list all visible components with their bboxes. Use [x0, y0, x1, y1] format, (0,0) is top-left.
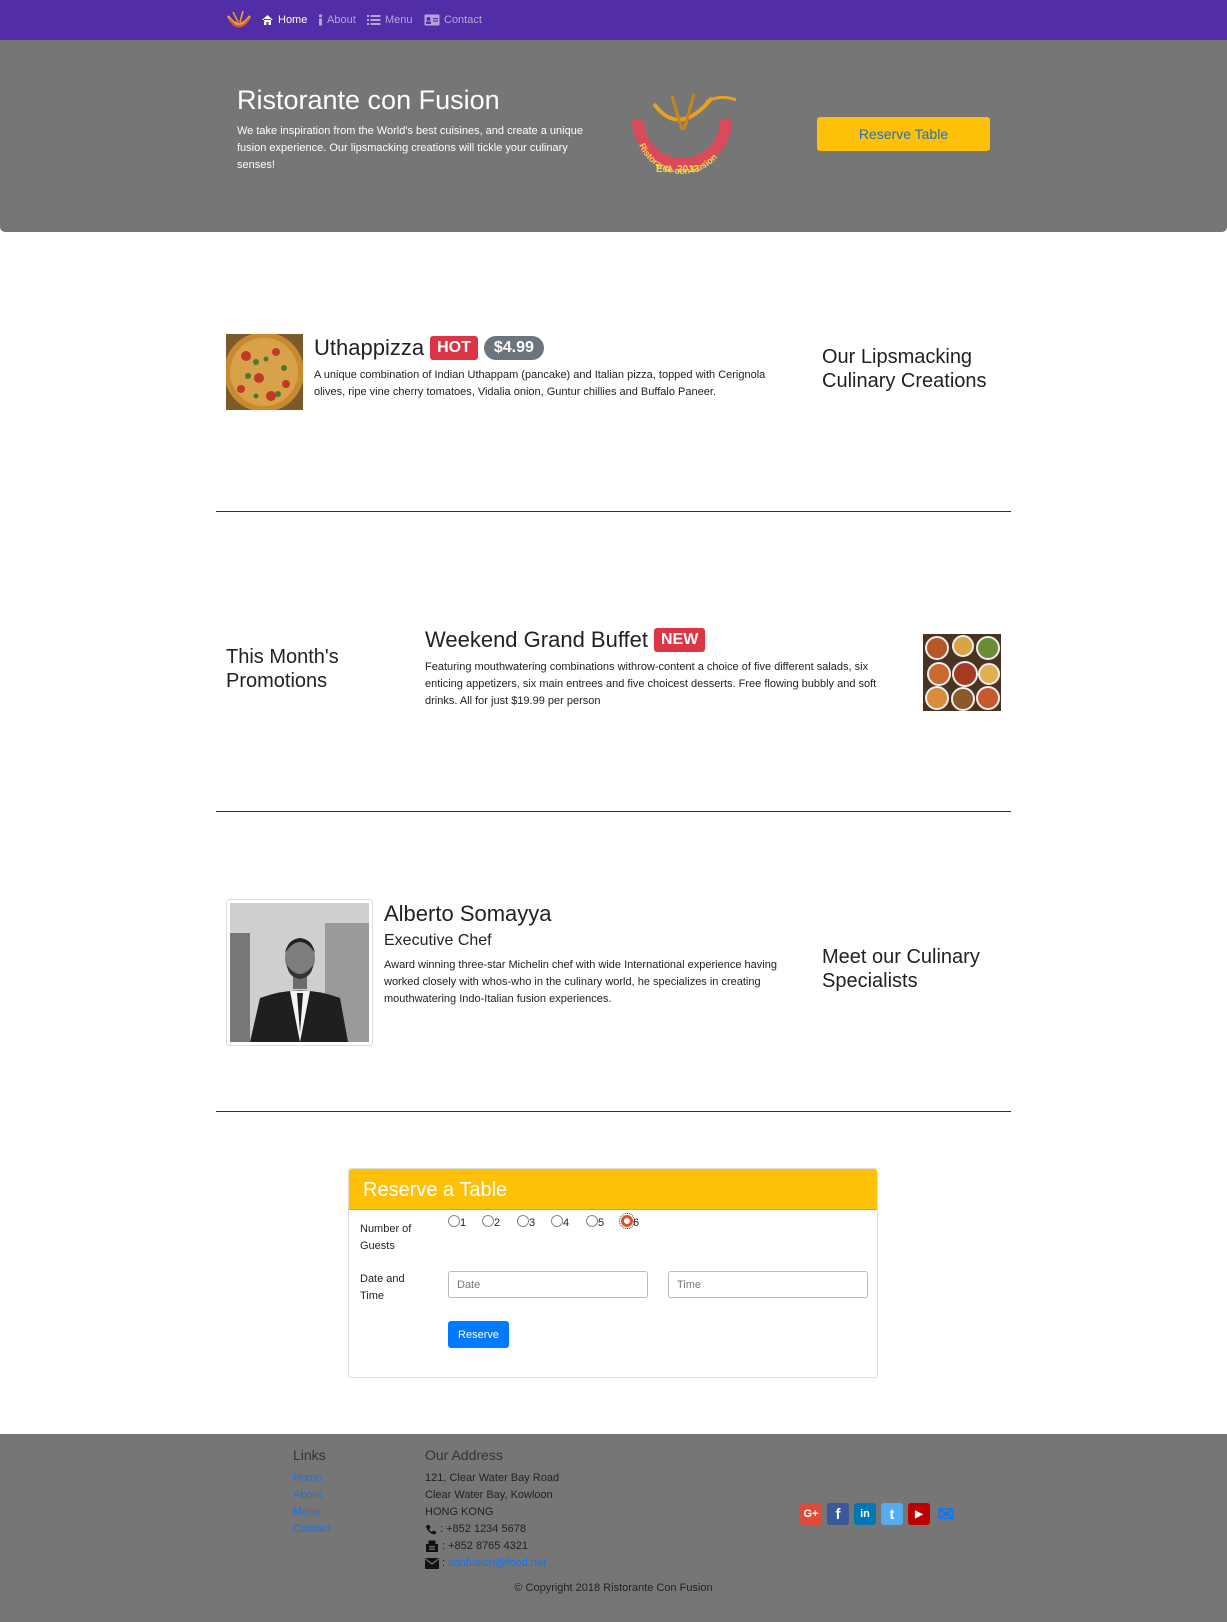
footer-links-heading: Links — [293, 1447, 326, 1463]
reserve-card-title: Reserve a Table — [363, 1179, 508, 1201]
chef-photo — [230, 903, 369, 1042]
fax-icon — [426, 1540, 438, 1552]
section-divider — [216, 811, 1011, 812]
date-input[interactable]: Date — [448, 1271, 648, 1298]
chef-name: Alberto Somayya — [384, 901, 552, 926]
footer-link-contact[interactable]: Contact — [293, 1521, 331, 1538]
fax-line: : +852 8765 4321 — [425, 1538, 559, 1555]
nav-home[interactable]: Home — [261, 13, 307, 27]
mail-icon[interactable]: ✉ — [935, 1503, 957, 1526]
address-line: Clear Water Bay, Kowloon — [425, 1489, 553, 1501]
linkedin-icon[interactable]: in — [854, 1503, 876, 1525]
promotion-description: Featuring mouthwatering combinations wit… — [425, 661, 877, 707]
phone-line: : +852 1234 5678 — [425, 1521, 559, 1538]
chef-photo-frame — [226, 899, 373, 1046]
radio-button[interactable] — [517, 1215, 529, 1227]
footer-link-about[interactable]: About — [293, 1487, 331, 1504]
section-divider — [216, 511, 1011, 512]
section-divider — [216, 1111, 1011, 1112]
footer-address: 121, Clear Water Bay Road Clear Water Ba… — [425, 1470, 559, 1572]
footer-link-menu[interactable]: Menu — [293, 1504, 331, 1521]
chef-description: Award winning three-star Michelin chef w… — [384, 959, 777, 1005]
promotion-name: Weekend Grand Buffet — [425, 627, 648, 652]
phone-icon — [426, 1524, 436, 1534]
guests-radio-6[interactable]: 6 — [619, 1213, 639, 1229]
nav-home-label: Home — [278, 14, 308, 26]
dishes-section-title: Our Lipsmacking Culinary Creations — [822, 346, 987, 392]
nav-contact-label: Contact — [444, 14, 482, 26]
leaders-section-title: Meet our Culinary Specialists — [822, 946, 980, 992]
nav-menu-label: Menu — [385, 14, 413, 26]
reserve-table-button[interactable]: Reserve Table — [817, 117, 990, 151]
list-icon — [367, 15, 381, 25]
dish-heading: Uthappizza HOT $4.99 — [314, 335, 544, 361]
hot-badge: HOT — [430, 336, 478, 360]
address-line: 121, Clear Water Bay Road — [425, 1472, 560, 1484]
time-input[interactable]: Time — [668, 1271, 868, 1298]
page-title: Ristorante con Fusion — [237, 85, 500, 115]
radio-button[interactable] — [482, 1215, 494, 1227]
email-link[interactable]: confusion@food.net — [448, 1555, 546, 1572]
facebook-icon[interactable]: f — [827, 1503, 849, 1525]
jumbotron-tagline: We take inspiration from the World's bes… — [237, 125, 583, 171]
envelope-icon — [425, 1558, 439, 1569]
reserve-submit-button[interactable]: Reserve — [448, 1321, 509, 1348]
footer-links: Home About Menu Contact — [293, 1470, 331, 1538]
guests-radio-2[interactable]: 2 — [482, 1215, 500, 1229]
price-badge: $4.99 — [483, 336, 544, 360]
radio-button-selected[interactable] — [619, 1213, 635, 1229]
social-links: G+ f in t ▶ ✉ — [800, 1503, 957, 1526]
guests-radio-1[interactable]: 1 — [448, 1215, 466, 1229]
nav-contact[interactable]: Contact — [424, 13, 482, 27]
address-card-icon — [424, 14, 440, 26]
radio-button[interactable] — [551, 1215, 563, 1227]
dish-description: A unique combination of Indian Uthappam … — [314, 369, 766, 398]
buffet-image — [923, 634, 1001, 711]
jumbotron — [0, 40, 1227, 232]
twitter-icon[interactable]: t — [881, 1503, 903, 1525]
fax-number: : +852 8765 4321 — [442, 1540, 528, 1552]
email-line: : confusion@food.net — [425, 1555, 559, 1572]
nav-about[interactable]: About — [318, 13, 356, 27]
navbar: Home About Menu Contact — [0, 0, 1227, 40]
nav-about-label: About — [327, 14, 356, 26]
radio-button[interactable] — [586, 1215, 598, 1227]
info-icon — [318, 14, 323, 26]
home-icon — [262, 15, 273, 25]
restaurant-logo: Ristorante con Fusion Est. 2013 — [632, 93, 737, 176]
svg-text:Est. 2013: Est. 2013 — [656, 164, 700, 175]
phone-number: : +852 1234 5678 — [440, 1523, 526, 1535]
footer-address-heading: Our Address — [425, 1447, 503, 1463]
footer-link-home[interactable]: Home — [293, 1470, 331, 1487]
youtube-icon[interactable]: ▶ — [908, 1503, 930, 1525]
new-badge: NEW — [654, 628, 706, 652]
guests-radio-4[interactable]: 4 — [551, 1215, 569, 1229]
radio-button[interactable] — [448, 1215, 460, 1227]
guests-radio-3[interactable]: 3 — [517, 1215, 535, 1229]
guests-radio-5[interactable]: 5 — [586, 1215, 604, 1229]
reserve-table-card: Reserve a Table Number of Guests 1 2 3 4… — [348, 1168, 878, 1378]
datetime-label: Date and Time — [360, 1273, 405, 1302]
reserve-card-header: Reserve a Table — [349, 1169, 877, 1210]
chef-designation: Executive Chef — [384, 932, 492, 949]
promotions-section-title: This Month's Promotions — [226, 646, 339, 692]
google-plus-icon[interactable]: G+ — [800, 1503, 822, 1525]
promotion-heading: Weekend Grand Buffet NEW — [425, 627, 706, 653]
copyright: © Copyright 2018 Ristorante Con Fusion — [514, 1582, 713, 1594]
dish-name: Uthappizza — [314, 335, 425, 360]
uthappizza-image — [226, 334, 303, 410]
brand-logo[interactable] — [226, 8, 252, 32]
address-line: HONG KONG — [425, 1506, 494, 1518]
nav-menu[interactable]: Menu — [367, 13, 413, 27]
guests-label: Number of Guests — [360, 1223, 412, 1252]
